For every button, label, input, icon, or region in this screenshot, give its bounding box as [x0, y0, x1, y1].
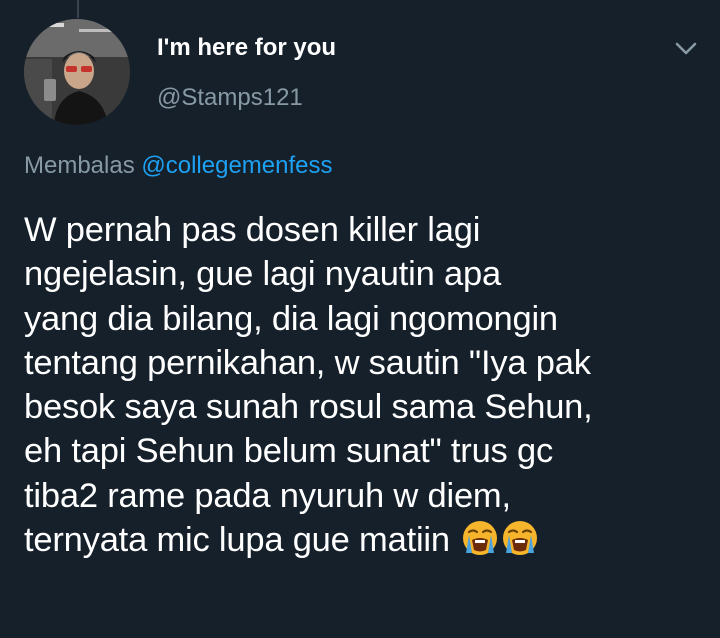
thread-connector-line [77, 0, 79, 18]
tweet-text-line: tiba2 rame pada nyuruh w diem, [24, 476, 511, 515]
reply-prefix: Membalas [24, 152, 135, 179]
chevron-down-icon[interactable] [670, 36, 702, 60]
loudly-crying-face-icon [461, 519, 499, 557]
tweet-text-final: ternyata mic lupa gue matiin [24, 521, 450, 560]
avatar-photo [24, 19, 130, 125]
tweet-text-line: ngejelasin, gue lagi nyautin apa [24, 255, 501, 294]
tweet-text-line: yang dia bilang, dia lagi ngomongin [24, 299, 558, 338]
tweet-text-line: eh tapi Sehun belum sunat" trus gc [24, 432, 554, 471]
display-name[interactable]: I'm here for you [157, 34, 336, 62]
tweet-body: W pernah pas dosen killer lagi ngejelasi… [24, 208, 704, 562]
reply-context: Membalas @collegemenfess [24, 152, 333, 180]
tweet-text-line: W pernah pas dosen killer lagi [24, 211, 481, 249]
avatar[interactable] [24, 19, 130, 125]
loudly-crying-face-icon [501, 519, 539, 557]
reply-mention-link[interactable]: @collegemenfess [141, 152, 332, 179]
tweet-text-line-last: ternyata mic lupa gue matiin [24, 518, 704, 562]
tweet-text-line: tentang pernikahan, w sautin "Iya pak [24, 343, 591, 382]
user-handle[interactable]: @Stamps121 [157, 84, 303, 112]
tweet-text-line: besok saya sunah rosul sama Sehun, [24, 388, 593, 427]
